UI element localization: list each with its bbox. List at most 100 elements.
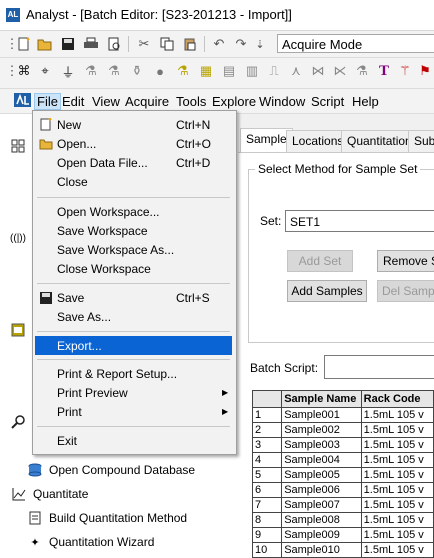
copy-icon[interactable] — [159, 36, 175, 52]
sample-name-cell[interactable]: Sample008 — [281, 512, 362, 528]
column-header-rack-code[interactable]: Rack Code — [360, 390, 434, 408]
nav-quantitate[interactable]: Quantitate — [11, 486, 88, 502]
sample-name-cell[interactable]: Sample003 — [281, 437, 362, 453]
new-icon[interactable] — [16, 36, 32, 52]
menu-item-print[interactable]: Print ▶ — [35, 402, 232, 421]
menu-item-export[interactable]: Export... — [35, 336, 232, 355]
menu-acquire[interactable]: Acquire — [125, 94, 169, 109]
tab-quantitation[interactable]: Quantitation — [341, 130, 418, 152]
print-preview-icon[interactable] — [106, 36, 122, 52]
cut-icon[interactable]: ✂ — [136, 36, 152, 52]
sample-name-cell[interactable]: Sample009 — [281, 527, 362, 543]
queue-icon[interactable]: ▦ — [198, 63, 214, 79]
tab-sample[interactable]: Sample — [240, 128, 293, 152]
sample-flask-icon[interactable]: ⚗ — [175, 63, 191, 79]
menu-item-open[interactable]: Open... Ctrl+O — [35, 134, 232, 153]
print-icon[interactable] — [83, 36, 99, 52]
table-row[interactable]: 10 Sample010 1.5mL 105 v — [251, 542, 434, 558]
rack-code-cell[interactable]: 1.5mL 105 v — [360, 422, 434, 438]
table-row[interactable]: 9 Sample009 1.5mL 105 v — [251, 527, 434, 543]
dropdown-arrow-icon[interactable]: ⇣ — [252, 36, 268, 52]
menu-item-print-preview[interactable]: Print Preview ▶ — [35, 383, 232, 402]
table-row[interactable]: 1 Sample001 1.5mL 105 v — [251, 407, 434, 423]
calibrate-icon[interactable]: ⎍ — [266, 63, 282, 79]
row-number[interactable]: 9 — [251, 527, 283, 543]
menu-item-save[interactable]: Save Ctrl+S — [35, 288, 232, 307]
tab-submit[interactable]: Subm — [408, 130, 434, 152]
menu-explore[interactable]: Explore — [212, 94, 256, 109]
row-number[interactable]: 3 — [251, 437, 283, 453]
text-tool-icon[interactable]: T — [376, 63, 392, 79]
nav-section-icon[interactable] — [10, 322, 32, 338]
nav-open-compound-database[interactable]: Open Compound Database — [27, 462, 195, 478]
method-icon[interactable]: ▥ — [244, 63, 260, 79]
menu-window[interactable]: Window — [259, 94, 305, 109]
nav-section-icon[interactable] — [10, 414, 32, 430]
undo-icon[interactable]: ↶ — [211, 36, 227, 52]
peak-icon[interactable]: ⋏ — [288, 63, 304, 79]
row-number[interactable]: 4 — [251, 452, 283, 468]
mdi-child-icon[interactable] — [14, 92, 32, 108]
flask-alt-icon[interactable]: ⚗ — [106, 63, 122, 79]
table-row[interactable]: 2 Sample002 1.5mL 105 v — [251, 422, 434, 438]
rack-code-cell[interactable]: 1.5mL 105 v — [360, 527, 434, 543]
flag-icon[interactable]: ⚑ — [417, 63, 433, 79]
report-icon[interactable]: ▤ — [221, 63, 237, 79]
wand-icon[interactable]: ⚚ — [397, 63, 413, 79]
nav-quantitation-wizard[interactable]: ✦ Quantitation Wizard — [27, 534, 154, 550]
row-number[interactable]: 6 — [251, 482, 283, 498]
sample-name-cell[interactable]: Sample001 — [281, 407, 362, 423]
table-row[interactable]: 3 Sample003 1.5mL 105 v — [251, 437, 434, 453]
grid-corner-header[interactable] — [251, 390, 283, 408]
redo-icon[interactable]: ↷ — [233, 36, 249, 52]
rack-code-cell[interactable]: 1.5mL 105 v — [360, 482, 434, 498]
sample-name-cell[interactable]: Sample002 — [281, 422, 362, 438]
split-icon[interactable]: ⋉ — [332, 63, 348, 79]
table-row[interactable]: 8 Sample008 1.5mL 105 v — [251, 512, 434, 528]
hardware-config-icon[interactable]: ⌘ — [16, 63, 32, 79]
sample-name-cell[interactable]: Sample005 — [281, 467, 362, 483]
sample-name-cell[interactable]: Sample010 — [281, 542, 362, 558]
menu-item-save-workspace[interactable]: Save Workspace — [35, 221, 232, 240]
menu-edit[interactable]: Edit — [62, 94, 84, 109]
nav-build-quantitation-method[interactable]: Build Quantitation Method — [27, 510, 187, 526]
column-header-sample-name[interactable]: Sample Name — [281, 390, 362, 408]
remove-set-button[interactable]: Remove Set — [377, 250, 434, 272]
batch-script-input[interactable] — [324, 355, 434, 379]
del-samples-button[interactable]: Del Samples — [377, 280, 434, 302]
row-number[interactable]: 8 — [251, 512, 283, 528]
row-number[interactable]: 7 — [251, 497, 283, 513]
set-combobox[interactable]: SET1 — [285, 210, 434, 232]
row-number[interactable]: 5 — [251, 467, 283, 483]
flask-icon[interactable]: ⚗ — [83, 63, 99, 79]
sample-name-cell[interactable]: Sample007 — [281, 497, 362, 513]
menu-item-open-workspace[interactable]: Open Workspace... — [35, 202, 232, 221]
menu-item-print-report-setup[interactable]: Print & Report Setup... — [35, 364, 232, 383]
menu-item-save-as[interactable]: Save As... — [35, 307, 232, 326]
paste-icon[interactable] — [182, 36, 198, 52]
rack-code-cell[interactable]: 1.5mL 105 v — [360, 542, 434, 558]
save-icon[interactable] — [60, 36, 76, 52]
table-row[interactable]: 6 Sample006 1.5mL 105 v — [251, 482, 434, 498]
sample-name-cell[interactable]: Sample004 — [281, 452, 362, 468]
add-samples-button[interactable]: Add Samples — [287, 280, 367, 302]
bow-tie-icon[interactable]: ⋈ — [310, 63, 326, 79]
mode-select[interactable]: Acquire Mode — [277, 34, 434, 53]
flask-small-icon[interactable]: ⚗ — [354, 63, 370, 79]
device-config-icon[interactable]: ⌖ — [37, 63, 53, 79]
nav-section-icon[interactable] — [10, 138, 32, 154]
row-number[interactable]: 1 — [251, 407, 283, 423]
menu-item-close[interactable]: Close — [35, 172, 232, 191]
sample-name-cell[interactable]: Sample006 — [281, 482, 362, 498]
rack-code-cell[interactable]: 1.5mL 105 v — [360, 437, 434, 453]
nav-section-icon[interactable]: ((|)) — [10, 230, 32, 246]
add-set-button[interactable]: Add Set — [287, 250, 353, 272]
menu-script[interactable]: Script — [311, 94, 344, 109]
tune-icon[interactable]: ⏚ — [60, 63, 76, 80]
beaker-icon[interactable]: ⚱ — [129, 63, 145, 79]
menu-help[interactable]: Help — [352, 94, 379, 109]
menu-file[interactable]: File — [34, 93, 61, 110]
table-row[interactable]: 4 Sample004 1.5mL 105 v — [251, 452, 434, 468]
menu-item-open-data-file[interactable]: Open Data File... Ctrl+D — [35, 153, 232, 172]
menu-item-exit[interactable]: Exit — [35, 431, 232, 450]
